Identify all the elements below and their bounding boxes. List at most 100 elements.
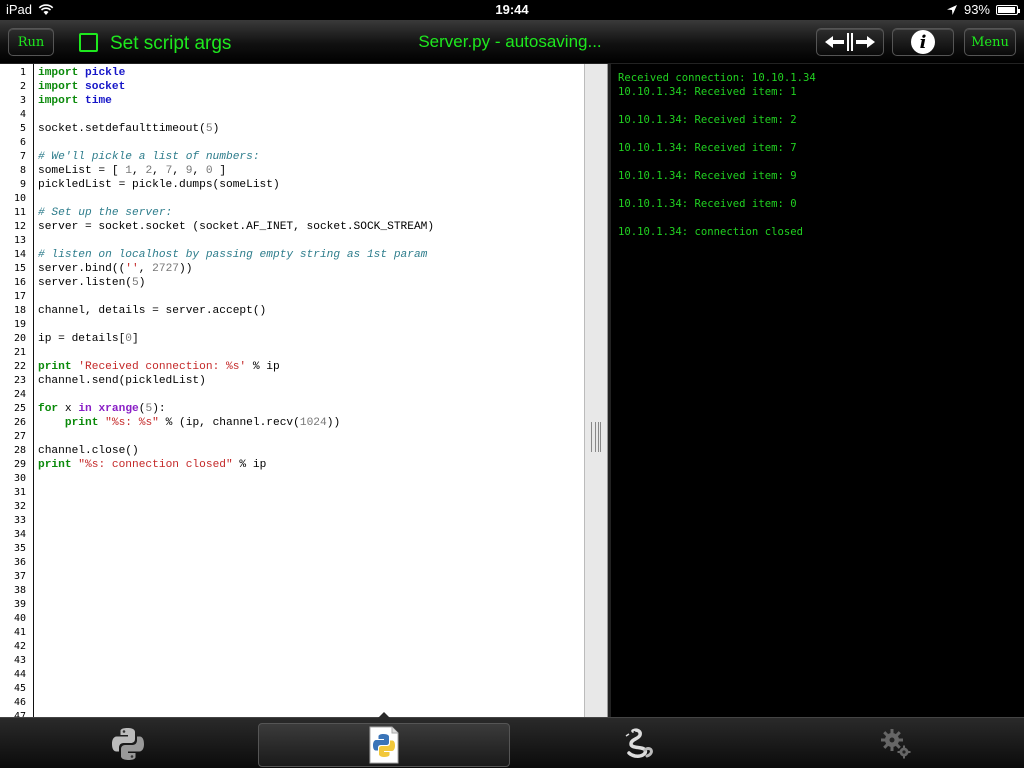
line-number: 14 — [13, 249, 26, 260]
battery-icon — [996, 4, 1020, 15]
code-line[interactable]: for x in xrange(5): — [38, 403, 166, 415]
line-number: 20 — [13, 333, 26, 344]
code-line[interactable]: server.bind(('', 2727)) — [38, 263, 192, 275]
line-number: 37 — [13, 571, 26, 582]
console-line: 10.10.1.34: Received item: 7 — [618, 142, 797, 154]
line-number: 1 — [19, 67, 26, 78]
script-args-checkbox[interactable] — [79, 33, 98, 52]
run-button[interactable]: Run — [8, 28, 54, 56]
bottom-tab-bar — [0, 712, 1024, 768]
line-number: 22 — [13, 361, 26, 372]
console-line: 10.10.1.34: Received item: 9 — [618, 170, 797, 182]
split-arrows-icon — [825, 33, 875, 51]
console-line: 10.10.1.34: Received item: 2 — [618, 114, 797, 126]
line-number: 26 — [13, 417, 26, 428]
tab-settings[interactable] — [768, 718, 1024, 768]
line-number: 2 — [19, 81, 26, 92]
code-line[interactable]: import socket — [38, 81, 125, 93]
line-number: 23 — [13, 375, 26, 386]
line-number: 39 — [13, 599, 26, 610]
line-number: 3 — [19, 95, 26, 106]
console-line: 10.10.1.34: connection closed — [618, 226, 803, 238]
script-document-icon — [369, 726, 399, 764]
line-number: 36 — [13, 557, 26, 568]
line-number: 40 — [13, 613, 26, 624]
pane-splitter[interactable] — [584, 64, 608, 717]
tab-script-editor[interactable] — [258, 723, 510, 767]
line-number: 46 — [13, 697, 26, 708]
clock: 19:44 — [495, 2, 529, 17]
info-button[interactable]: i — [892, 28, 954, 56]
line-number: 7 — [19, 151, 26, 162]
splitter-grip-icon[interactable] — [591, 422, 601, 452]
menu-button[interactable]: Menu — [964, 28, 1016, 56]
code-line[interactable]: # Set up the server: — [38, 207, 172, 219]
code-line[interactable]: print 'Received connection: %s' % ip — [38, 361, 280, 373]
line-number: 19 — [13, 319, 26, 330]
file-title: Server.py - autosaving... — [418, 32, 602, 51]
code-editor[interactable]: 1 2 3 4 5 6 7 8 9 10 11 12 13 14 15 16 17 18 19 20 21 22 23 24 2… — [0, 64, 584, 717]
code-line[interactable]: channel.send(pickledList) — [38, 375, 206, 387]
line-number: 9 — [19, 179, 26, 190]
code-line[interactable]: server = socket.socket (socket.AF_INET, … — [38, 221, 434, 233]
line-number: 41 — [13, 627, 26, 638]
selected-tab-pointer — [378, 712, 390, 718]
output-console: Received connection: 10.10.1.34 10.10.1.3… — [608, 64, 1024, 717]
status-bar: iPad 19:44 93% — [0, 0, 1024, 20]
info-icon: i — [911, 30, 935, 54]
line-number: 11 — [13, 207, 26, 218]
line-number: 28 — [13, 445, 26, 456]
battery-level — [998, 6, 1015, 13]
code-line[interactable]: channel, details = server.accept() — [38, 305, 266, 317]
location-arrow-icon — [946, 4, 957, 15]
code-line[interactable]: import pickle — [38, 67, 125, 79]
console-line: 10.10.1.34: Received item: 1 — [618, 86, 797, 98]
line-number: 6 — [19, 137, 26, 148]
code-line[interactable]: channel.close() — [38, 445, 139, 457]
python-logo-icon — [112, 727, 144, 760]
line-number: 42 — [13, 641, 26, 652]
line-number: 5 — [19, 123, 26, 134]
console-line: 10.10.1.34: Received item: 0 — [618, 198, 797, 210]
line-number: 10 — [13, 193, 26, 204]
line-number: 4 — [19, 109, 26, 120]
line-number: 32 — [13, 501, 26, 512]
line-number: 17 — [13, 291, 26, 302]
code-line[interactable]: socket.setdefaulttimeout(5) — [38, 123, 219, 135]
line-number: 34 — [13, 529, 26, 540]
snake-icon — [625, 727, 653, 758]
script-args-label[interactable]: Set script args — [110, 33, 231, 55]
line-number: 45 — [13, 683, 26, 694]
battery-percent: 93% — [963, 2, 990, 17]
code-line[interactable]: someList = [ 1, 2, 7, 9, 0 ] — [38, 165, 226, 177]
line-number: 43 — [13, 655, 26, 666]
line-number: 12 — [13, 221, 26, 232]
line-number: 44 — [13, 669, 26, 680]
line-number: 27 — [13, 431, 26, 442]
line-number: 38 — [13, 585, 26, 596]
line-number: 13 — [13, 235, 26, 246]
gears-icon — [881, 728, 911, 758]
tab-python[interactable] — [0, 718, 256, 768]
code-line[interactable]: print "%s: %s" % (ip, channel.recv(1024)… — [38, 417, 340, 429]
line-number: 18 — [13, 305, 26, 316]
line-number: 33 — [13, 515, 26, 526]
line-number: 15 — [13, 263, 26, 274]
line-number: 30 — [13, 473, 26, 484]
split-resize-button[interactable] — [816, 28, 884, 56]
line-number: 21 — [13, 347, 26, 358]
code-line[interactable]: ip = details[0] — [38, 333, 139, 345]
code-line[interactable]: server.listen(5) — [38, 277, 145, 289]
line-number: 35 — [13, 543, 26, 554]
line-number: 8 — [19, 165, 26, 176]
code-line[interactable]: # listen on localhost by passing empty s… — [38, 249, 427, 261]
code-line[interactable]: # We'll pickle a list of numbers: — [38, 151, 260, 163]
line-number: 29 — [13, 459, 26, 470]
console-line: Received connection: 10.10.1.34 — [618, 72, 816, 84]
code-line[interactable]: import time — [38, 95, 112, 107]
code-line[interactable]: pickledList = pickle.dumps(someList) — [38, 179, 280, 191]
line-number: 31 — [13, 487, 26, 498]
tab-interpreter[interactable] — [512, 718, 768, 768]
code-line[interactable]: print "%s: connection closed" % ip — [38, 459, 266, 471]
line-number: 24 — [13, 389, 26, 400]
